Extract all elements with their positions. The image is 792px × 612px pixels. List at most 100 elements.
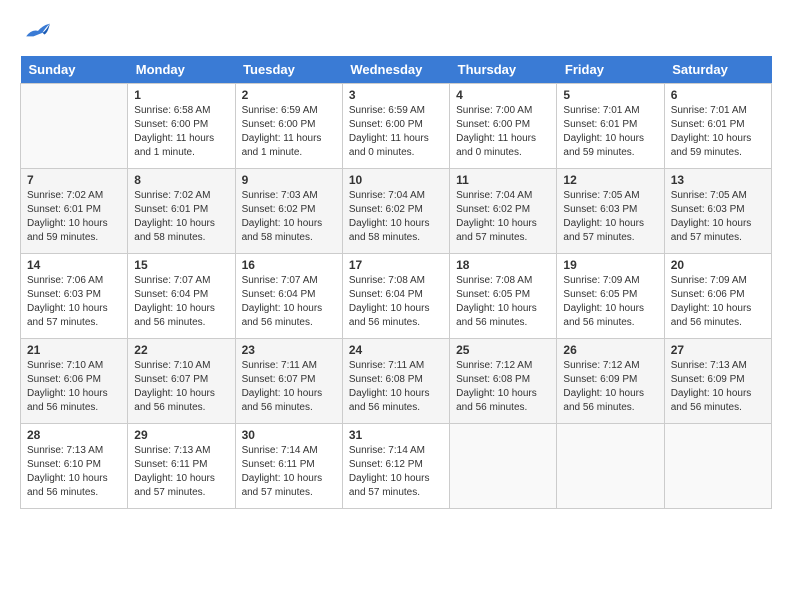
calendar-cell: 27 Sunrise: 7:13 AMSunset: 6:09 PMDayligh… xyxy=(664,339,771,424)
day-info: Sunrise: 7:14 AMSunset: 6:11 PMDaylight:… xyxy=(242,444,336,500)
calendar-cell: 2 Sunrise: 6:59 AMSunset: 6:00 PMDaylight… xyxy=(235,84,342,169)
day-info: Sunrise: 7:02 AMSunset: 6:01 PMDaylight:… xyxy=(27,189,121,245)
calendar-cell: 24Sunrise: 7:11 AMSunset: 6:08 PMDayligh… xyxy=(342,339,449,424)
day-info: Sunrise: 7:07 AMSunset: 6:04 PMDaylight:… xyxy=(134,274,228,330)
header-day-wednesday: Wednesday xyxy=(342,56,449,84)
header-day-thursday: Thursday xyxy=(450,56,557,84)
calendar-cell: 19 Sunrise: 7:09 AMSunset: 6:05 PMDayligh… xyxy=(557,254,664,339)
day-info: Sunrise: 7:08 AMSunset: 6:04 PMDaylight:… xyxy=(349,274,443,330)
calendar-cell: 21 Sunrise: 7:10 AMSunset: 6:06 PMDayligh… xyxy=(21,339,128,424)
calendar-week-2: 7 Sunrise: 7:02 AMSunset: 6:01 PMDaylight… xyxy=(21,169,772,254)
day-number: 31 xyxy=(349,428,443,442)
calendar-table: SundayMondayTuesdayWednesdayThursdayFrid… xyxy=(20,56,772,509)
calendar-cell xyxy=(664,424,771,509)
day-number: 12 xyxy=(563,173,657,187)
calendar-cell xyxy=(557,424,664,509)
day-info: Sunrise: 7:01 AMSunset: 6:01 PMDaylight:… xyxy=(563,104,657,160)
calendar-cell: 16 Sunrise: 7:07 AMSunset: 6:04 PMDayligh… xyxy=(235,254,342,339)
calendar-cell xyxy=(450,424,557,509)
day-info: Sunrise: 7:05 AMSunset: 6:03 PMDaylight:… xyxy=(563,189,657,245)
calendar-cell: 12 Sunrise: 7:05 AMSunset: 6:03 PMDayligh… xyxy=(557,169,664,254)
calendar-cell: 6Sunrise: 7:01 AMSunset: 6:01 PMDaylight… xyxy=(664,84,771,169)
day-number: 18 xyxy=(456,258,550,272)
day-info: Sunrise: 7:09 AMSunset: 6:05 PMDaylight:… xyxy=(563,274,657,330)
day-number: 8 xyxy=(134,173,228,187)
day-number: 6 xyxy=(671,88,765,102)
day-number: 7 xyxy=(27,173,121,187)
logo xyxy=(20,20,52,40)
day-info: Sunrise: 7:13 AMSunset: 6:09 PMDaylight:… xyxy=(671,359,765,415)
calendar-cell: 20 Sunrise: 7:09 AMSunset: 6:06 PMDayligh… xyxy=(664,254,771,339)
calendar-cell xyxy=(21,84,128,169)
day-number: 9 xyxy=(242,173,336,187)
calendar-week-1: 1 Sunrise: 6:58 AMSunset: 6:00 PMDaylight… xyxy=(21,84,772,169)
calendar-cell: 4 Sunrise: 7:00 AMSunset: 6:00 PMDaylight… xyxy=(450,84,557,169)
calendar-cell: 15 Sunrise: 7:07 AMSunset: 6:04 PMDayligh… xyxy=(128,254,235,339)
day-number: 23 xyxy=(242,343,336,357)
calendar-cell: 26 Sunrise: 7:12 AMSunset: 6:09 PMDayligh… xyxy=(557,339,664,424)
day-info: Sunrise: 6:58 AMSunset: 6:00 PMDaylight:… xyxy=(134,104,228,160)
calendar-cell: 28 Sunrise: 7:13 AMSunset: 6:10 PMDayligh… xyxy=(21,424,128,509)
calendar-cell: 29 Sunrise: 7:13 AMSunset: 6:11 PMDayligh… xyxy=(128,424,235,509)
header-day-sunday: Sunday xyxy=(21,56,128,84)
day-number: 1 xyxy=(134,88,228,102)
calendar-cell: 17 Sunrise: 7:08 AMSunset: 6:04 PMDayligh… xyxy=(342,254,449,339)
day-info: Sunrise: 6:59 AMSunset: 6:00 PMDaylight:… xyxy=(242,104,336,160)
day-info: Sunrise: 7:10 AMSunset: 6:06 PMDaylight:… xyxy=(27,359,121,415)
day-info: Sunrise: 7:05 AMSunset: 6:03 PMDaylight:… xyxy=(671,189,765,245)
calendar-cell: 1 Sunrise: 6:58 AMSunset: 6:00 PMDaylight… xyxy=(128,84,235,169)
day-number: 26 xyxy=(563,343,657,357)
day-info: Sunrise: 7:03 AMSunset: 6:02 PMDaylight:… xyxy=(242,189,336,245)
day-number: 15 xyxy=(134,258,228,272)
header-day-tuesday: Tuesday xyxy=(235,56,342,84)
header xyxy=(20,20,772,40)
calendar-week-5: 28 Sunrise: 7:13 AMSunset: 6:10 PMDayligh… xyxy=(21,424,772,509)
calendar-cell: 25 Sunrise: 7:12 AMSunset: 6:08 PMDayligh… xyxy=(450,339,557,424)
day-number: 16 xyxy=(242,258,336,272)
day-info: Sunrise: 7:09 AMSunset: 6:06 PMDaylight:… xyxy=(671,274,765,330)
day-info: Sunrise: 7:00 AMSunset: 6:00 PMDaylight:… xyxy=(456,104,550,160)
day-number: 20 xyxy=(671,258,765,272)
calendar-cell: 18 Sunrise: 7:08 AMSunset: 6:05 PMDayligh… xyxy=(450,254,557,339)
day-info: Sunrise: 7:04 AMSunset: 6:02 PMDaylight:… xyxy=(456,189,550,245)
day-number: 4 xyxy=(456,88,550,102)
day-number: 3 xyxy=(349,88,443,102)
logo-bird-icon xyxy=(24,20,52,40)
day-number: 24 xyxy=(349,343,443,357)
day-number: 13 xyxy=(671,173,765,187)
calendar-cell: 10 Sunrise: 7:04 AMSunset: 6:02 PMDayligh… xyxy=(342,169,449,254)
calendar-week-4: 21 Sunrise: 7:10 AMSunset: 6:06 PMDayligh… xyxy=(21,339,772,424)
calendar-cell: 14Sunrise: 7:06 AMSunset: 6:03 PMDayligh… xyxy=(21,254,128,339)
day-info: Sunrise: 7:13 AMSunset: 6:10 PMDaylight:… xyxy=(27,444,121,500)
day-info: Sunrise: 7:08 AMSunset: 6:05 PMDaylight:… xyxy=(456,274,550,330)
day-info: Sunrise: 7:12 AMSunset: 6:08 PMDaylight:… xyxy=(456,359,550,415)
calendar-cell: 9 Sunrise: 7:03 AMSunset: 6:02 PMDaylight… xyxy=(235,169,342,254)
day-info: Sunrise: 7:04 AMSunset: 6:02 PMDaylight:… xyxy=(349,189,443,245)
day-number: 25 xyxy=(456,343,550,357)
day-number: 2 xyxy=(242,88,336,102)
day-info: Sunrise: 7:13 AMSunset: 6:11 PMDaylight:… xyxy=(134,444,228,500)
calendar-cell: 11Sunrise: 7:04 AMSunset: 6:02 PMDayligh… xyxy=(450,169,557,254)
calendar-cell: 31Sunrise: 7:14 AMSunset: 6:12 PMDayligh… xyxy=(342,424,449,509)
calendar-cell: 23Sunrise: 7:11 AMSunset: 6:07 PMDayligh… xyxy=(235,339,342,424)
day-number: 29 xyxy=(134,428,228,442)
day-info: Sunrise: 7:12 AMSunset: 6:09 PMDaylight:… xyxy=(563,359,657,415)
day-number: 19 xyxy=(563,258,657,272)
day-number: 17 xyxy=(349,258,443,272)
calendar-cell: 5Sunrise: 7:01 AMSunset: 6:01 PMDaylight… xyxy=(557,84,664,169)
calendar-cell: 3Sunrise: 6:59 AMSunset: 6:00 PMDaylight… xyxy=(342,84,449,169)
header-day-saturday: Saturday xyxy=(664,56,771,84)
day-number: 28 xyxy=(27,428,121,442)
day-number: 21 xyxy=(27,343,121,357)
day-number: 27 xyxy=(671,343,765,357)
calendar-cell: 13 Sunrise: 7:05 AMSunset: 6:03 PMDayligh… xyxy=(664,169,771,254)
day-number: 22 xyxy=(134,343,228,357)
day-number: 10 xyxy=(349,173,443,187)
day-info: Sunrise: 7:02 AMSunset: 6:01 PMDaylight:… xyxy=(134,189,228,245)
calendar-week-3: 14Sunrise: 7:06 AMSunset: 6:03 PMDayligh… xyxy=(21,254,772,339)
header-day-friday: Friday xyxy=(557,56,664,84)
header-row: SundayMondayTuesdayWednesdayThursdayFrid… xyxy=(21,56,772,84)
calendar-cell: 7 Sunrise: 7:02 AMSunset: 6:01 PMDaylight… xyxy=(21,169,128,254)
day-info: Sunrise: 7:07 AMSunset: 6:04 PMDaylight:… xyxy=(242,274,336,330)
day-number: 14 xyxy=(27,258,121,272)
